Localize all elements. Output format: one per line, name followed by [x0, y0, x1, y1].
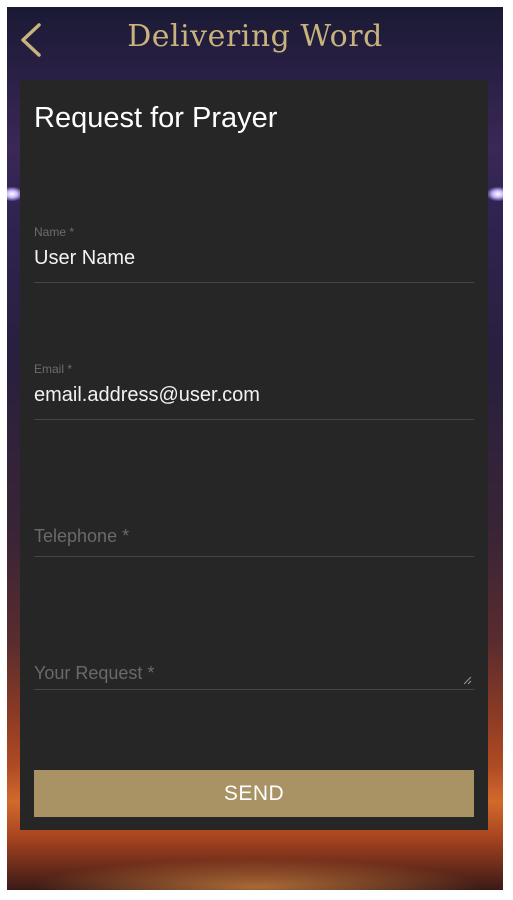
telephone-placeholder: Telephone * [34, 526, 130, 546]
resize-grip-icon[interactable] [462, 675, 472, 685]
request-field[interactable]: Your Request * [34, 657, 474, 692]
request-field-underline [34, 689, 474, 690]
form-title: Request for Prayer [34, 102, 278, 134]
name-field[interactable]: Name * [34, 225, 474, 285]
app-title: Delivering Word [127, 19, 383, 54]
request-placeholder: Your Request * [34, 663, 155, 683]
top-bar: Delivering Word [7, 7, 503, 69]
app-screen: Delivering Word Request for Prayer Name … [7, 7, 503, 890]
send-button[interactable]: SEND [34, 770, 474, 817]
name-field-label: Name * [34, 225, 75, 239]
prayer-request-form: Request for Prayer Name * Email * Teleph… [20, 80, 488, 830]
name-input[interactable] [34, 247, 474, 270]
email-field-underline [34, 419, 474, 420]
email-field-label: Email * [34, 362, 73, 376]
telephone-field[interactable]: Telephone * [34, 520, 474, 560]
background-light-glow [487, 187, 503, 201]
name-field-underline [34, 282, 474, 283]
telephone-field-underline [34, 556, 474, 557]
email-input[interactable] [34, 384, 474, 407]
email-field[interactable]: Email * [34, 362, 474, 422]
